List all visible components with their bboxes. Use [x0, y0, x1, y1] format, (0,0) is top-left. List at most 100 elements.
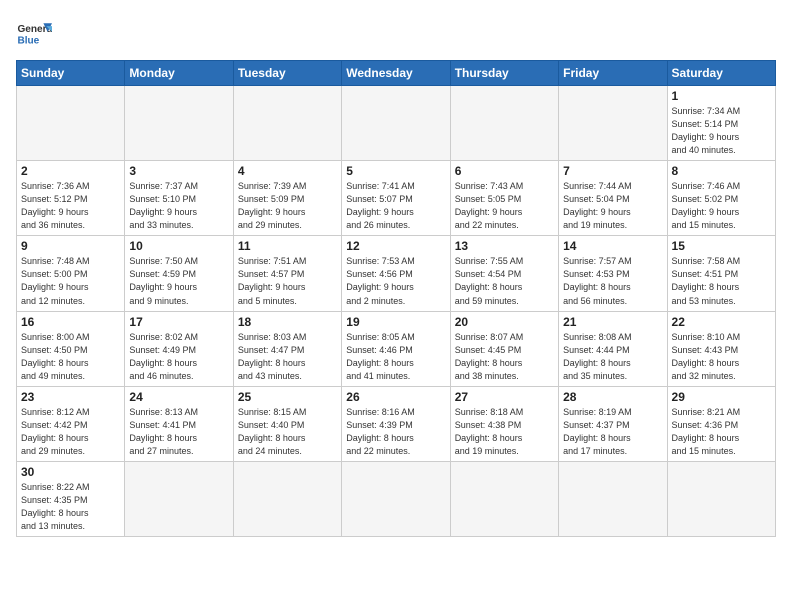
- day-number: 10: [129, 239, 228, 253]
- day-info: Sunrise: 8:19 AM Sunset: 4:37 PM Dayligh…: [563, 406, 662, 458]
- day-number: 26: [346, 390, 445, 404]
- day-number: 2: [21, 164, 120, 178]
- calendar-cell: [667, 461, 775, 536]
- day-number: 4: [238, 164, 337, 178]
- day-number: 12: [346, 239, 445, 253]
- calendar-cell: [125, 86, 233, 161]
- calendar-cell: 7Sunrise: 7:44 AM Sunset: 5:04 PM Daylig…: [559, 161, 667, 236]
- calendar-cell: [342, 461, 450, 536]
- calendar-cell: 3 Sunrise: 7:37 AM Sunset: 5:10 PM Daylig…: [125, 161, 233, 236]
- calendar-cell: [125, 461, 233, 536]
- day-number: 23: [21, 390, 120, 404]
- day-number: 9: [21, 239, 120, 253]
- day-number: 27: [455, 390, 554, 404]
- logo: General Blue: [16, 16, 52, 52]
- calendar-cell: 5 Sunrise: 7:41 AM Sunset: 5:07 PM Daylig…: [342, 161, 450, 236]
- day-number: 16: [21, 315, 120, 329]
- calendar-cell: 26 Sunrise: 8:16 AM Sunset: 4:39 PM Dayli…: [342, 386, 450, 461]
- calendar-cell: 29Sunrise: 8:21 AM Sunset: 4:36 PM Dayli…: [667, 386, 775, 461]
- day-number: 18: [238, 315, 337, 329]
- day-info: Sunrise: 7:37 AM Sunset: 5:10 PM Dayligh…: [129, 180, 228, 232]
- day-info: Sunrise: 8:22 AM Sunset: 4:35 PM Dayligh…: [21, 481, 120, 533]
- day-info: Sunrise: 7:57 AM Sunset: 4:53 PM Dayligh…: [563, 255, 662, 307]
- day-info: Sunrise: 8:18 AM Sunset: 4:38 PM Dayligh…: [455, 406, 554, 458]
- day-info: Sunrise: 7:50 AM Sunset: 4:59 PM Dayligh…: [129, 255, 228, 307]
- day-info: Sunrise: 7:41 AM Sunset: 5:07 PM Dayligh…: [346, 180, 445, 232]
- day-info: Sunrise: 8:21 AM Sunset: 4:36 PM Dayligh…: [672, 406, 771, 458]
- calendar-cell: [450, 86, 558, 161]
- calendar-cell: 9 Sunrise: 7:48 AM Sunset: 5:00 PM Daylig…: [17, 236, 125, 311]
- day-info: Sunrise: 7:44 AM Sunset: 5:04 PM Dayligh…: [563, 180, 662, 232]
- day-number: 11: [238, 239, 337, 253]
- calendar: Sunday Monday Tuesday Wednesday Thursday…: [16, 60, 776, 537]
- calendar-cell: 13Sunrise: 7:55 AM Sunset: 4:54 PM Dayli…: [450, 236, 558, 311]
- calendar-cell: 1Sunrise: 7:34 AM Sunset: 5:14 PM Daylig…: [667, 86, 775, 161]
- calendar-cell: 15 Sunrise: 7:58 AM Sunset: 4:51 PM Dayli…: [667, 236, 775, 311]
- calendar-cell: 23 Sunrise: 8:12 AM Sunset: 4:42 PM Dayli…: [17, 386, 125, 461]
- day-number: 8: [672, 164, 771, 178]
- day-number: 13: [455, 239, 554, 253]
- day-number: 20: [455, 315, 554, 329]
- day-number: 19: [346, 315, 445, 329]
- calendar-cell: 16 Sunrise: 8:00 AM Sunset: 4:50 PM Dayli…: [17, 311, 125, 386]
- day-info: Sunrise: 7:48 AM Sunset: 5:00 PM Dayligh…: [21, 255, 120, 307]
- day-info: Sunrise: 8:16 AM Sunset: 4:39 PM Dayligh…: [346, 406, 445, 458]
- day-info: Sunrise: 7:51 AM Sunset: 4:57 PM Dayligh…: [238, 255, 337, 307]
- day-info: Sunrise: 8:00 AM Sunset: 4:50 PM Dayligh…: [21, 331, 120, 383]
- day-number: 25: [238, 390, 337, 404]
- calendar-week-row: 30 Sunrise: 8:22 AM Sunset: 4:35 PM Dayli…: [17, 461, 776, 536]
- day-number: 22: [672, 315, 771, 329]
- calendar-cell: 20 Sunrise: 8:07 AM Sunset: 4:45 PM Dayli…: [450, 311, 558, 386]
- day-info: Sunrise: 8:08 AM Sunset: 4:44 PM Dayligh…: [563, 331, 662, 383]
- day-info: Sunrise: 8:07 AM Sunset: 4:45 PM Dayligh…: [455, 331, 554, 383]
- calendar-cell: 12Sunrise: 7:53 AM Sunset: 4:56 PM Dayli…: [342, 236, 450, 311]
- day-info: Sunrise: 7:58 AM Sunset: 4:51 PM Dayligh…: [672, 255, 771, 307]
- header-monday: Monday: [125, 61, 233, 86]
- header-thursday: Thursday: [450, 61, 558, 86]
- calendar-cell: 19 Sunrise: 8:05 AM Sunset: 4:46 PM Dayli…: [342, 311, 450, 386]
- calendar-week-row: 2 Sunrise: 7:36 AM Sunset: 5:12 PM Daylig…: [17, 161, 776, 236]
- calendar-cell: 21Sunrise: 8:08 AM Sunset: 4:44 PM Dayli…: [559, 311, 667, 386]
- calendar-cell: [559, 86, 667, 161]
- svg-text:Blue: Blue: [17, 35, 39, 46]
- calendar-cell: 30 Sunrise: 8:22 AM Sunset: 4:35 PM Dayli…: [17, 461, 125, 536]
- day-info: Sunrise: 8:02 AM Sunset: 4:49 PM Dayligh…: [129, 331, 228, 383]
- day-number: 15: [672, 239, 771, 253]
- calendar-cell: 11 Sunrise: 7:51 AM Sunset: 4:57 PM Dayli…: [233, 236, 341, 311]
- day-number: 17: [129, 315, 228, 329]
- day-number: 30: [21, 465, 120, 479]
- weekday-header-row: Sunday Monday Tuesday Wednesday Thursday…: [17, 61, 776, 86]
- day-number: 24: [129, 390, 228, 404]
- calendar-week-row: 16 Sunrise: 8:00 AM Sunset: 4:50 PM Dayli…: [17, 311, 776, 386]
- calendar-cell: 4 Sunrise: 7:39 AM Sunset: 5:09 PM Daylig…: [233, 161, 341, 236]
- calendar-cell: 28Sunrise: 8:19 AM Sunset: 4:37 PM Dayli…: [559, 386, 667, 461]
- day-number: 3: [129, 164, 228, 178]
- header-tuesday: Tuesday: [233, 61, 341, 86]
- calendar-cell: 22 Sunrise: 8:10 AM Sunset: 4:43 PM Dayli…: [667, 311, 775, 386]
- day-info: Sunrise: 7:34 AM Sunset: 5:14 PM Dayligh…: [672, 105, 771, 157]
- calendar-cell: [233, 461, 341, 536]
- day-info: Sunrise: 8:03 AM Sunset: 4:47 PM Dayligh…: [238, 331, 337, 383]
- day-info: Sunrise: 7:39 AM Sunset: 5:09 PM Dayligh…: [238, 180, 337, 232]
- calendar-cell: 10 Sunrise: 7:50 AM Sunset: 4:59 PM Dayli…: [125, 236, 233, 311]
- calendar-cell: 8 Sunrise: 7:46 AM Sunset: 5:02 PM Daylig…: [667, 161, 775, 236]
- day-number: 5: [346, 164, 445, 178]
- day-info: Sunrise: 8:13 AM Sunset: 4:41 PM Dayligh…: [129, 406, 228, 458]
- calendar-cell: 25Sunrise: 8:15 AM Sunset: 4:40 PM Dayli…: [233, 386, 341, 461]
- calendar-cell: 24 Sunrise: 8:13 AM Sunset: 4:41 PM Dayli…: [125, 386, 233, 461]
- calendar-cell: 27 Sunrise: 8:18 AM Sunset: 4:38 PM Dayli…: [450, 386, 558, 461]
- day-info: Sunrise: 8:12 AM Sunset: 4:42 PM Dayligh…: [21, 406, 120, 458]
- page: General Blue Sunday Monday Tuesday Wedne…: [0, 0, 792, 612]
- day-info: Sunrise: 8:10 AM Sunset: 4:43 PM Dayligh…: [672, 331, 771, 383]
- calendar-cell: 6Sunrise: 7:43 AM Sunset: 5:05 PM Daylig…: [450, 161, 558, 236]
- calendar-cell: 17 Sunrise: 8:02 AM Sunset: 4:49 PM Dayli…: [125, 311, 233, 386]
- calendar-cell: [450, 461, 558, 536]
- general-blue-logo-icon: General Blue: [16, 16, 52, 52]
- day-number: 14: [563, 239, 662, 253]
- calendar-week-row: 23 Sunrise: 8:12 AM Sunset: 4:42 PM Dayli…: [17, 386, 776, 461]
- calendar-cell: 14 Sunrise: 7:57 AM Sunset: 4:53 PM Dayli…: [559, 236, 667, 311]
- day-info: Sunrise: 7:36 AM Sunset: 5:12 PM Dayligh…: [21, 180, 120, 232]
- day-info: Sunrise: 7:46 AM Sunset: 5:02 PM Dayligh…: [672, 180, 771, 232]
- header-saturday: Saturday: [667, 61, 775, 86]
- day-info: Sunrise: 8:05 AM Sunset: 4:46 PM Dayligh…: [346, 331, 445, 383]
